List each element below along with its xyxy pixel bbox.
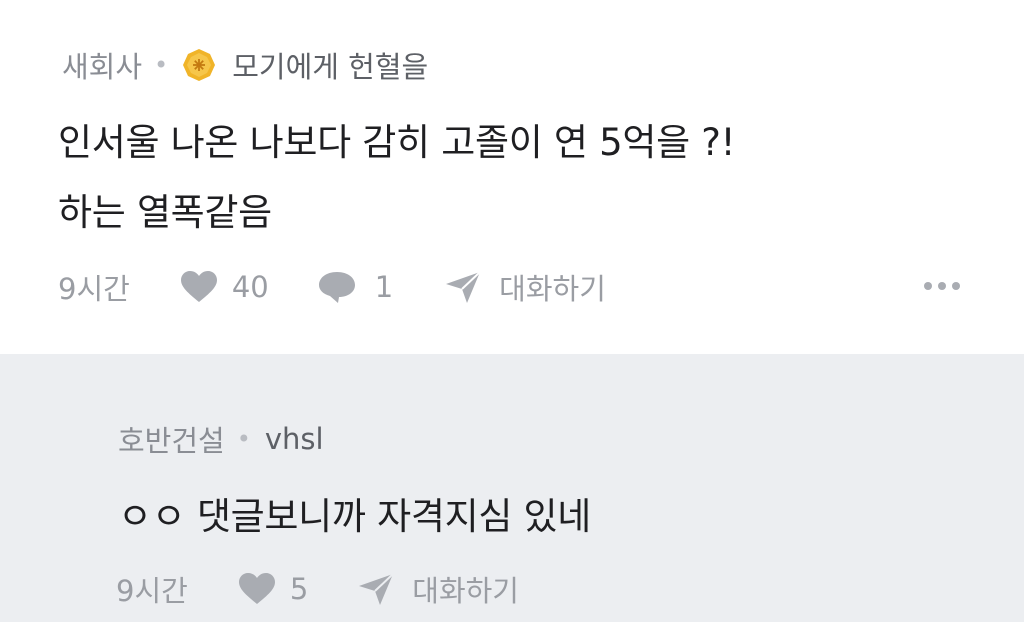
timestamp: 9시간	[58, 272, 130, 306]
comment-text-line-2: 하는 열폭같음	[58, 191, 272, 234]
separator-dot: •	[154, 51, 169, 79]
timestamp: 9시간	[116, 574, 188, 608]
comment-button[interactable]: 1	[317, 270, 393, 304]
reply-text: ㅇㅇ 댓글보니까 자격지심 있네	[118, 495, 592, 538]
reply: 호반건설 • vhsl ㅇㅇ 댓글보니까 자격지심 있네 9시간 5 대화하기	[0, 354, 1024, 622]
author-name[interactable]: 모기에게 헌혈을	[232, 44, 428, 86]
comment-actions: 9시간 40 1 대화하기	[58, 266, 606, 308]
heart-icon	[180, 270, 218, 304]
separator-dot: •	[236, 425, 251, 453]
gold-badge-icon	[182, 48, 216, 82]
chat-button[interactable]: 대화하기	[358, 568, 519, 610]
reply-meta: 호반건설 • vhsl	[118, 418, 324, 460]
paper-plane-icon	[445, 270, 481, 304]
author-name[interactable]: vhsl	[265, 422, 324, 456]
company-name[interactable]: 새회사	[62, 44, 142, 86]
chat-label: 대화하기	[499, 272, 606, 306]
like-button[interactable]: 40	[180, 270, 269, 304]
comment-count: 1	[374, 270, 394, 304]
comment: 새회사 • 모기에게 헌혈을 인서울 나온 나보다 감히 고졸이 연 5억을 ?…	[0, 0, 1024, 354]
comment-meta: 새회사 • 모기에게 헌혈을	[62, 44, 428, 86]
reply-actions: 9시간 5 대화하기	[116, 568, 519, 610]
chat-label: 대화하기	[412, 574, 519, 608]
heart-icon	[238, 572, 276, 606]
like-button[interactable]: 5	[238, 572, 308, 606]
like-count: 40	[231, 270, 269, 304]
chat-button[interactable]: 대화하기	[445, 266, 606, 308]
company-name[interactable]: 호반건설	[118, 418, 225, 460]
more-dots-icon[interactable]	[924, 282, 960, 290]
paper-plane-icon	[358, 572, 394, 606]
comment-bubble-icon	[317, 270, 357, 304]
like-count: 5	[289, 572, 309, 606]
comment-text-line-1: 인서울 나온 나보다 감히 고졸이 연 5억을 ?!	[58, 121, 736, 164]
